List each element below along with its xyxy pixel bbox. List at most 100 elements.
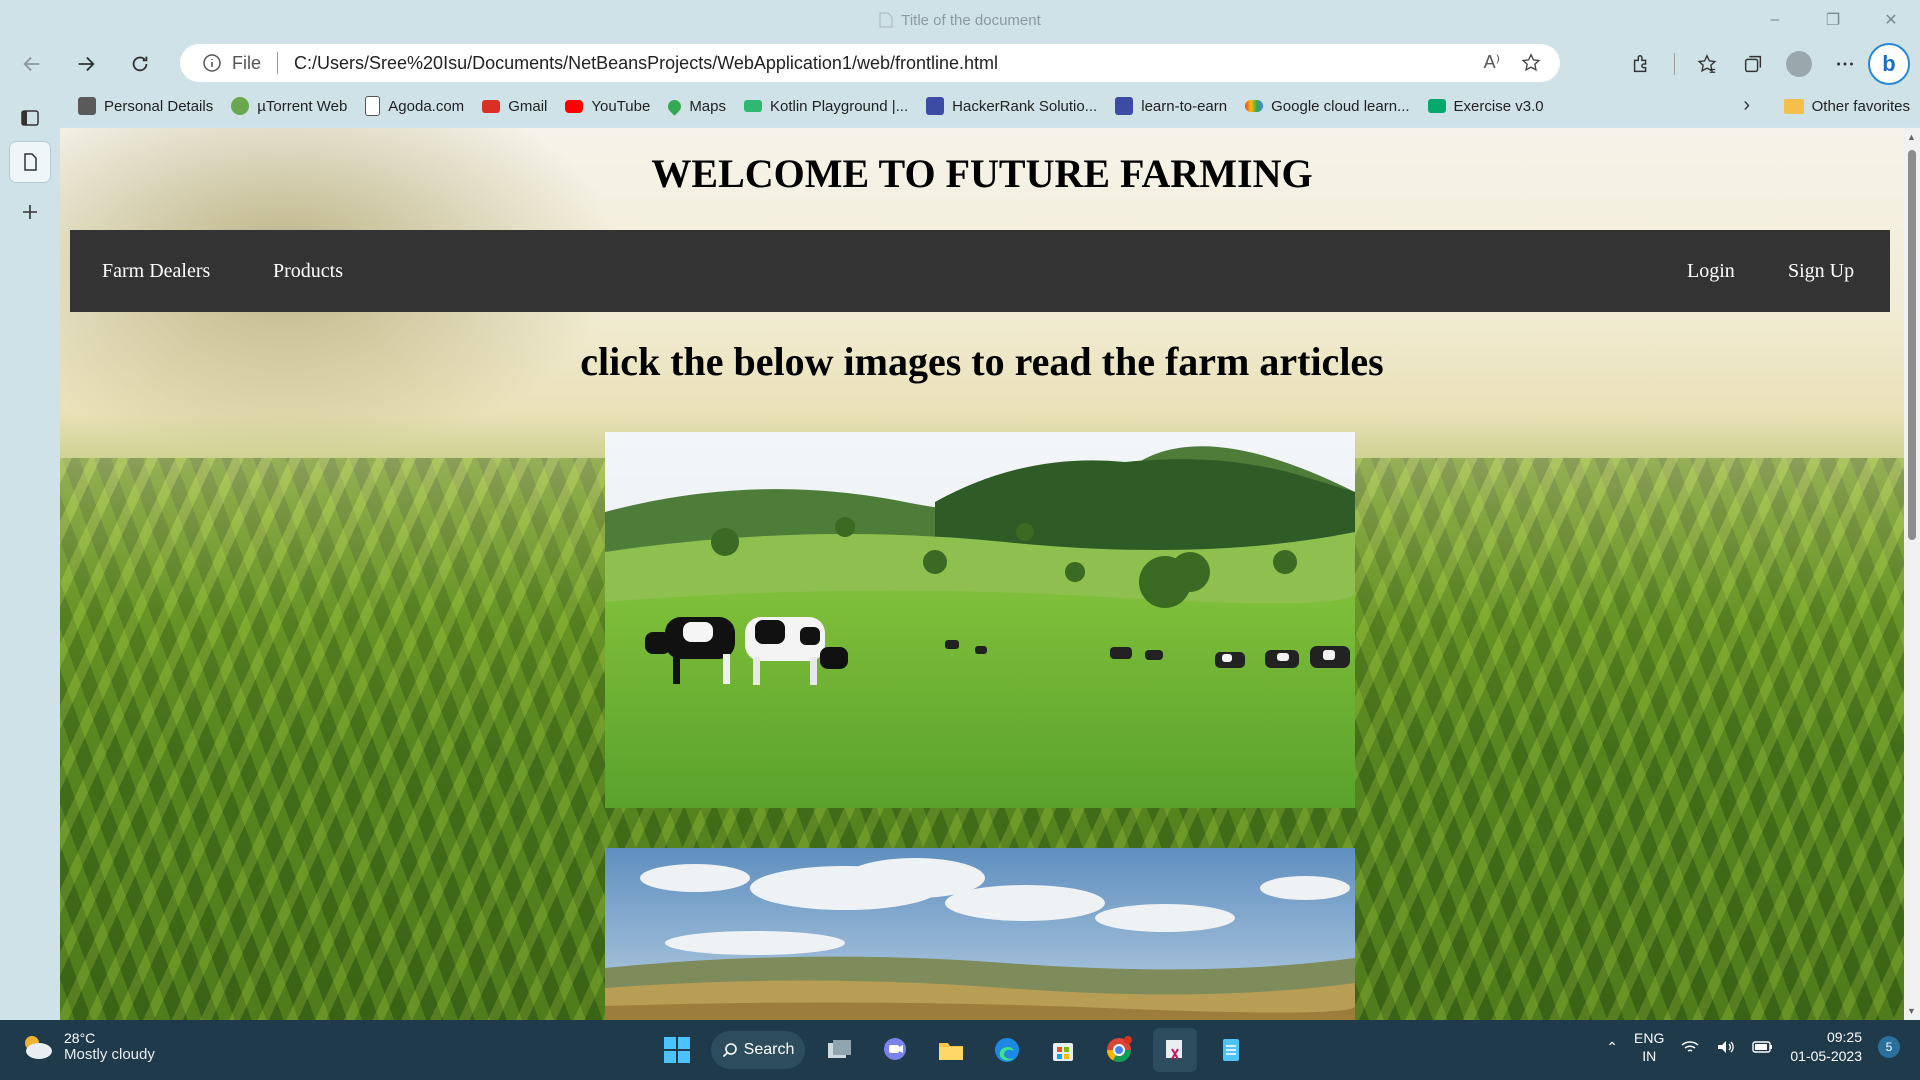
tab-current[interactable] xyxy=(10,142,50,182)
page-scrollbar[interactable]: ▲ ▼ xyxy=(1904,128,1920,1020)
article-image-cows[interactable] xyxy=(605,432,1355,808)
gmail-icon xyxy=(482,99,501,113)
battery-icon[interactable] xyxy=(1752,1039,1774,1055)
title-bar: Title of the document – ❐ ✕ xyxy=(0,0,1920,40)
volume-icon[interactable] xyxy=(1716,1039,1736,1055)
notepad-button[interactable] xyxy=(1209,1028,1253,1072)
article-image-hills[interactable] xyxy=(605,848,1355,1020)
address-bar[interactable]: File C:/Users/Sree%20Isu/Documents/NetBe… xyxy=(180,44,1560,82)
w3-icon xyxy=(1427,99,1446,113)
page-viewport: WELCOME TO FUTURE FARMING Farm Dealers P… xyxy=(60,128,1904,1020)
nav-products[interactable]: Products xyxy=(273,260,343,283)
clock[interactable]: 09:25 01-05-2023 xyxy=(1790,1028,1862,1066)
weather-temperature: 28°C xyxy=(64,1030,96,1046)
chevron-up-icon[interactable]: ⌃ xyxy=(1606,1039,1618,1056)
refresh-button[interactable] xyxy=(116,44,164,84)
favorite-exercise[interactable]: Exercise v3.0 xyxy=(1427,98,1544,115)
nav-sign-up[interactable]: Sign Up xyxy=(1788,260,1854,283)
articles-heading: click the below images to read the farm … xyxy=(580,339,1384,384)
restore-button[interactable]: ❐ xyxy=(1804,0,1862,40)
favorite-maps[interactable]: Maps xyxy=(665,96,726,116)
favorite-hackerrank[interactable]: HackerRank Solutio... xyxy=(926,97,1097,115)
taskbar-search[interactable]: Search xyxy=(711,1031,805,1069)
favorite-gmail[interactable]: Gmail xyxy=(482,98,547,115)
favorite-google-cloud[interactable]: Google cloud learn... xyxy=(1245,98,1410,115)
other-favorites[interactable]: Other favorites xyxy=(1783,88,1910,124)
profile-button[interactable] xyxy=(1776,44,1822,84)
chrome-button[interactable] xyxy=(1097,1028,1141,1072)
nav-login[interactable]: Login xyxy=(1687,260,1735,283)
extensions-button[interactable] xyxy=(1618,44,1664,84)
clock-date: 01-05-2023 xyxy=(1790,1048,1862,1064)
plus-icon xyxy=(23,205,37,219)
task-view-button[interactable] xyxy=(817,1028,861,1072)
kotlin-icon xyxy=(744,100,762,112)
bing-chat-icon[interactable]: b xyxy=(1868,43,1910,85)
back-button[interactable] xyxy=(8,44,56,84)
folder-icon xyxy=(1783,98,1804,114)
snipping-tool-icon xyxy=(1166,1040,1182,1060)
taskbar-apps: Search xyxy=(655,1028,1253,1072)
collections-button[interactable] xyxy=(1730,44,1776,84)
tab-actions-icon xyxy=(21,110,39,126)
favorites-star-icon xyxy=(1697,54,1717,73)
gcloud-icon xyxy=(1245,100,1264,112)
close-button[interactable]: ✕ xyxy=(1862,0,1920,40)
utorrent-icon xyxy=(231,97,250,115)
minimize-button[interactable]: – xyxy=(1746,0,1804,40)
page-icon xyxy=(365,96,381,116)
file-explorer-button[interactable] xyxy=(929,1028,973,1072)
document-icon xyxy=(879,12,893,28)
weather-widget[interactable]: 28°C Mostly cloudy xyxy=(20,1030,155,1063)
edge-button[interactable] xyxy=(985,1028,1029,1072)
favorites-button[interactable] xyxy=(1684,44,1730,84)
scroll-up-arrow-icon[interactable]: ▲ xyxy=(1907,132,1916,142)
scroll-down-arrow-icon[interactable]: ▼ xyxy=(1907,1006,1916,1016)
hackerrank-icon xyxy=(926,97,945,115)
document-tab-icon xyxy=(24,153,37,171)
favorites-bar: Personal Details µTorrent Web Agoda.com … xyxy=(60,88,1920,124)
store-icon xyxy=(1053,1043,1073,1061)
microsoft-store-button[interactable] xyxy=(1041,1028,1085,1072)
chevron-right-icon[interactable]: › xyxy=(1743,94,1750,117)
youtube-icon xyxy=(565,99,584,113)
forward-arrow-icon xyxy=(78,56,95,72)
scrollbar-thumb[interactable] xyxy=(1908,150,1916,540)
window-controls: – ❐ ✕ xyxy=(1746,0,1920,40)
task-view-icon xyxy=(828,1040,851,1058)
bookmark-icon xyxy=(78,97,96,115)
favorite-kotlin[interactable]: Kotlin Playground |... xyxy=(744,98,908,115)
puzzle-icon xyxy=(1633,55,1647,73)
search-label: Search xyxy=(743,1041,795,1058)
add-favorite-icon[interactable] xyxy=(1520,52,1542,74)
favorite-agoda[interactable]: Agoda.com xyxy=(365,96,464,116)
refresh-icon xyxy=(132,56,148,72)
chrome-icon xyxy=(1107,1036,1132,1063)
favorite-learn-to-earn[interactable]: learn-to-earn xyxy=(1115,97,1227,115)
taskbar: 28°C Mostly cloudy Search ⌃ ENG IN 09:25… xyxy=(0,1020,1920,1080)
tab-actions-button[interactable] xyxy=(10,98,50,138)
window-title-text: Title of the document xyxy=(901,11,1041,29)
url-text[interactable]: C:/Users/Sree%20Isu/Documents/NetBeansPr… xyxy=(294,53,998,74)
favorite-youtube[interactable]: YouTube xyxy=(565,98,650,115)
start-button[interactable] xyxy=(655,1028,699,1072)
info-icon[interactable] xyxy=(202,53,222,73)
hills-landscape-picture xyxy=(605,848,1355,1020)
forward-button[interactable] xyxy=(62,44,110,84)
language-indicator[interactable]: ENG IN xyxy=(1634,1029,1664,1065)
wifi-icon[interactable] xyxy=(1680,1039,1700,1055)
page-title: WELCOME TO FUTURE FARMING xyxy=(651,151,1313,196)
more-menu-button[interactable] xyxy=(1822,44,1868,84)
edge-icon xyxy=(995,1038,1019,1062)
notification-badge[interactable]: 5 xyxy=(1878,1036,1900,1058)
favorite-utorrent[interactable]: µTorrent Web xyxy=(231,97,347,115)
notepad-icon xyxy=(1223,1039,1239,1061)
nav-farm-dealers[interactable]: Farm Dealers xyxy=(102,260,210,283)
favorite-personal-details[interactable]: Personal Details xyxy=(78,97,213,115)
snipping-tool-button[interactable] xyxy=(1153,1028,1197,1072)
new-tab-button[interactable] xyxy=(10,192,50,232)
folder-icon xyxy=(939,1043,963,1060)
teams-chat-button[interactable] xyxy=(873,1028,917,1072)
collections-icon xyxy=(1744,55,1762,73)
read-aloud-icon[interactable]: A⁾ xyxy=(1484,52,1500,73)
